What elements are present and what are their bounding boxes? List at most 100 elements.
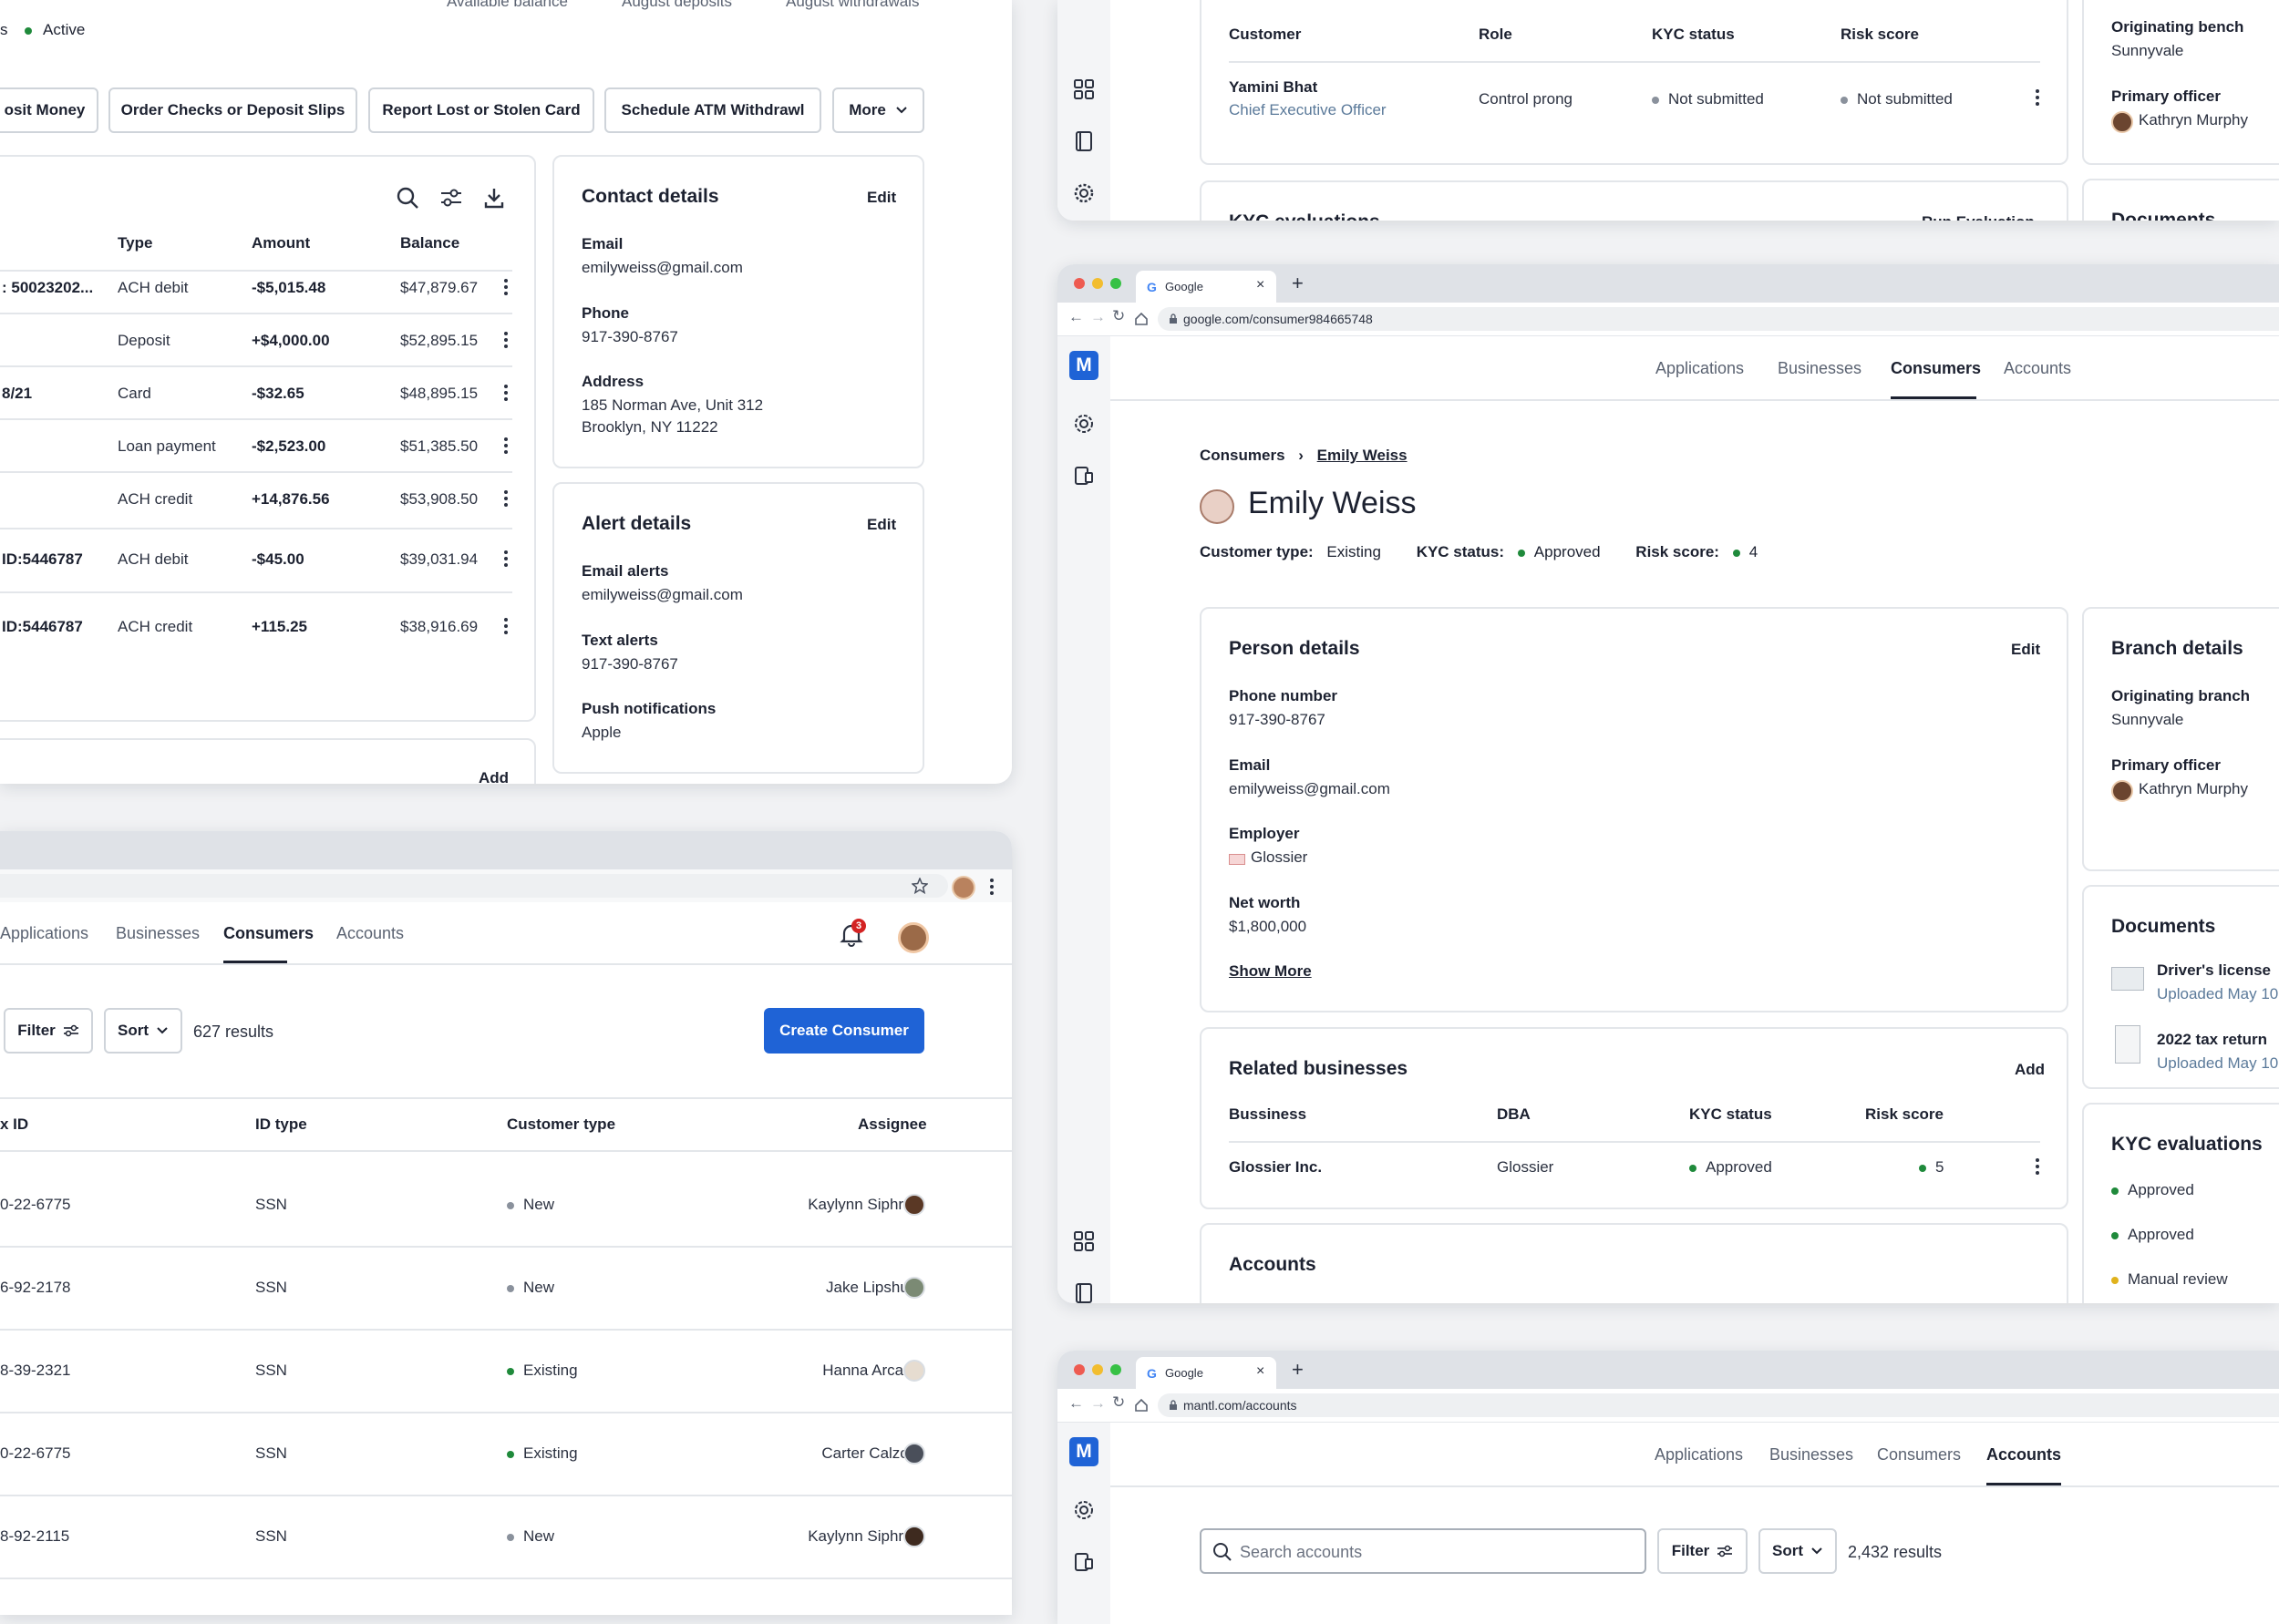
home-icon[interactable] xyxy=(1134,1398,1149,1413)
maximize-window-dot[interactable] xyxy=(1110,1364,1121,1375)
row-menu-icon[interactable] xyxy=(504,385,508,404)
filter-button[interactable]: Filter xyxy=(4,1008,93,1054)
book-icon[interactable] xyxy=(1073,130,1095,152)
person-edit-button[interactable]: Edit xyxy=(2011,641,2040,659)
document-name[interactable]: Driver's license xyxy=(2157,961,2271,980)
transaction-row[interactable]: ID:5446787 ACH debit -$45.00 $39,031.94 xyxy=(0,550,512,587)
transaction-row[interactable]: ID:5446787 ACH credit +115.25 $38,916.69 xyxy=(0,618,512,654)
consumer-row[interactable]: 8-39-2321 SSN Existing Hanna Arcand xyxy=(0,1360,1012,1389)
profile-avatar[interactable] xyxy=(952,876,975,899)
tab-consumers[interactable]: Consumers xyxy=(1891,359,1981,378)
forward-arrow-icon[interactable]: → xyxy=(1090,1394,1106,1413)
mantl-logo[interactable]: M xyxy=(1069,1437,1098,1466)
row-menu-icon[interactable] xyxy=(504,437,508,457)
row-menu-icon[interactable] xyxy=(504,332,508,351)
reload-icon[interactable]: ↻ xyxy=(1112,1393,1125,1412)
transaction-row[interactable]: 8/21 Card -$32.65 $48,895.15 xyxy=(0,385,512,421)
tab-applications[interactable]: Applications xyxy=(1655,1445,1743,1465)
add-business-button[interactable]: Add xyxy=(2015,1061,2045,1079)
tab-accounts[interactable]: Accounts xyxy=(1986,1445,2061,1465)
tab-consumers[interactable]: Consumers xyxy=(1877,1445,1961,1465)
address-bar[interactable] xyxy=(0,874,948,898)
businesses-icon[interactable] xyxy=(1073,465,1095,487)
user-avatar[interactable] xyxy=(898,922,929,953)
star-icon[interactable] xyxy=(912,878,928,894)
reload-icon[interactable]: ↻ xyxy=(1112,307,1125,325)
kyc-evaluation-item[interactable]: Approved xyxy=(2111,1181,2194,1199)
new-tab-icon[interactable]: + xyxy=(1292,272,1304,295)
settings-gear-icon[interactable] xyxy=(1073,182,1095,204)
dashboard-grid-icon[interactable] xyxy=(1073,1230,1095,1252)
minimize-window-dot[interactable] xyxy=(1092,1364,1103,1375)
tab-businesses[interactable]: Businesses xyxy=(116,924,200,943)
transaction-row[interactable]: Deposit +$4,000.00 $52,895.15 xyxy=(0,332,512,368)
order-checks-button[interactable]: Order Checks or Deposit Slips xyxy=(108,87,357,133)
consumer-row[interactable]: 0-22-6775 SSN New Kaylynn Siphron xyxy=(0,1194,1012,1223)
close-tab-icon[interactable]: × xyxy=(1256,277,1264,293)
report-lost-card-button[interactable]: Report Lost or Stolen Card xyxy=(368,87,594,133)
back-arrow-icon[interactable]: ← xyxy=(1068,308,1084,326)
sort-button[interactable]: Sort xyxy=(104,1008,182,1054)
consumer-row[interactable]: 8-92-2115 SSN New Kaylynn Siphron xyxy=(0,1526,1012,1555)
breadcrumb-root[interactable]: Consumers xyxy=(1200,447,1285,464)
schedule-atm-button[interactable]: Schedule ATM Withdrawl xyxy=(604,87,821,133)
browser-menu-icon[interactable] xyxy=(990,879,994,898)
address-bar[interactable]: google.com/consumer984665748 xyxy=(1158,307,2279,331)
consumers-icon[interactable] xyxy=(1073,413,1095,435)
close-window-dot[interactable] xyxy=(1074,278,1085,289)
tab-businesses[interactable]: Businesses xyxy=(1769,1445,1853,1465)
more-button[interactable]: More xyxy=(832,87,924,133)
back-arrow-icon[interactable]: ← xyxy=(1068,1394,1084,1413)
create-consumer-button[interactable]: Create Consumer xyxy=(764,1008,924,1054)
tab-applications[interactable]: Applications xyxy=(0,924,88,943)
maximize-window-dot[interactable] xyxy=(1110,278,1121,289)
mantl-logo[interactable]: M xyxy=(1069,351,1098,380)
alerts-edit-button[interactable]: Edit xyxy=(867,516,896,534)
home-icon[interactable] xyxy=(1134,312,1149,326)
tab-accounts[interactable]: Accounts xyxy=(2004,359,2071,378)
tab-applications[interactable]: Applications xyxy=(1655,359,1744,378)
consumer-row[interactable]: 6-92-2178 SSN New Jake Lipshutz xyxy=(0,1277,1012,1306)
download-icon[interactable] xyxy=(483,186,505,210)
row-menu-icon[interactable] xyxy=(2036,89,2039,108)
new-tab-icon[interactable]: + xyxy=(1292,1358,1304,1382)
minimize-window-dot[interactable] xyxy=(1092,278,1103,289)
kyc-evaluation-item[interactable]: Approved xyxy=(2111,1226,2194,1244)
owner-name[interactable]: Yamini Bhat xyxy=(1229,78,1317,97)
row-menu-icon[interactable] xyxy=(504,279,508,298)
show-more-link[interactable]: Show More xyxy=(1229,962,1312,981)
business-name[interactable]: Glossier Inc. xyxy=(1229,1158,1322,1177)
add-button[interactable]: Add xyxy=(479,769,509,784)
search-accounts-field[interactable]: Search accounts xyxy=(1200,1528,1646,1574)
sort-button[interactable]: Sort xyxy=(1758,1528,1837,1574)
close-tab-icon[interactable]: × xyxy=(1256,1363,1264,1380)
contact-edit-button[interactable]: Edit xyxy=(867,189,896,207)
row-menu-icon[interactable] xyxy=(504,490,508,509)
kyc-evaluation-item[interactable]: Manual review xyxy=(2111,1270,2228,1289)
consumers-icon[interactable] xyxy=(1073,1499,1095,1521)
row-menu-icon[interactable] xyxy=(504,550,508,570)
dashboard-grid-icon[interactable] xyxy=(1073,78,1095,100)
browser-tab[interactable]: G Google × xyxy=(1136,271,1276,303)
transaction-row[interactable]: ACH credit +14,876.56 $53,908.50 xyxy=(0,490,512,527)
deposit-money-button[interactable]: osit Money xyxy=(0,87,98,133)
transaction-row[interactable]: Loan payment -$2,523.00 $51,385.50 xyxy=(0,437,512,474)
filter-sliders-icon[interactable] xyxy=(439,188,463,208)
transaction-row[interactable]: : 50023202... ACH debit -$5,015.48 $47,879.… xyxy=(0,279,512,315)
tab-consumers[interactable]: Consumers xyxy=(223,924,314,943)
tab-accounts[interactable]: Accounts xyxy=(336,924,404,943)
filter-button[interactable]: Filter xyxy=(1657,1528,1748,1574)
businesses-icon[interactable] xyxy=(1073,1551,1095,1573)
close-window-dot[interactable] xyxy=(1074,1364,1085,1375)
book-icon[interactable] xyxy=(1073,1282,1095,1303)
document-name[interactable]: 2022 tax return xyxy=(2157,1031,2267,1049)
forward-arrow-icon[interactable]: → xyxy=(1090,308,1106,326)
row-menu-icon[interactable] xyxy=(504,618,508,637)
address-bar[interactable]: mantl.com/accounts xyxy=(1158,1393,2279,1417)
run-evaluation-button[interactable]: Run Evaluation xyxy=(1922,213,2035,221)
breadcrumb-current[interactable]: Emily Weiss xyxy=(1317,447,1408,464)
tab-businesses[interactable]: Businesses xyxy=(1778,359,1861,378)
browser-tab[interactable]: G Google × xyxy=(1136,1357,1276,1389)
consumer-row[interactable]: 0-22-6775 SSN Existing Carter Calzoni xyxy=(0,1443,1012,1472)
search-icon[interactable] xyxy=(396,186,419,210)
